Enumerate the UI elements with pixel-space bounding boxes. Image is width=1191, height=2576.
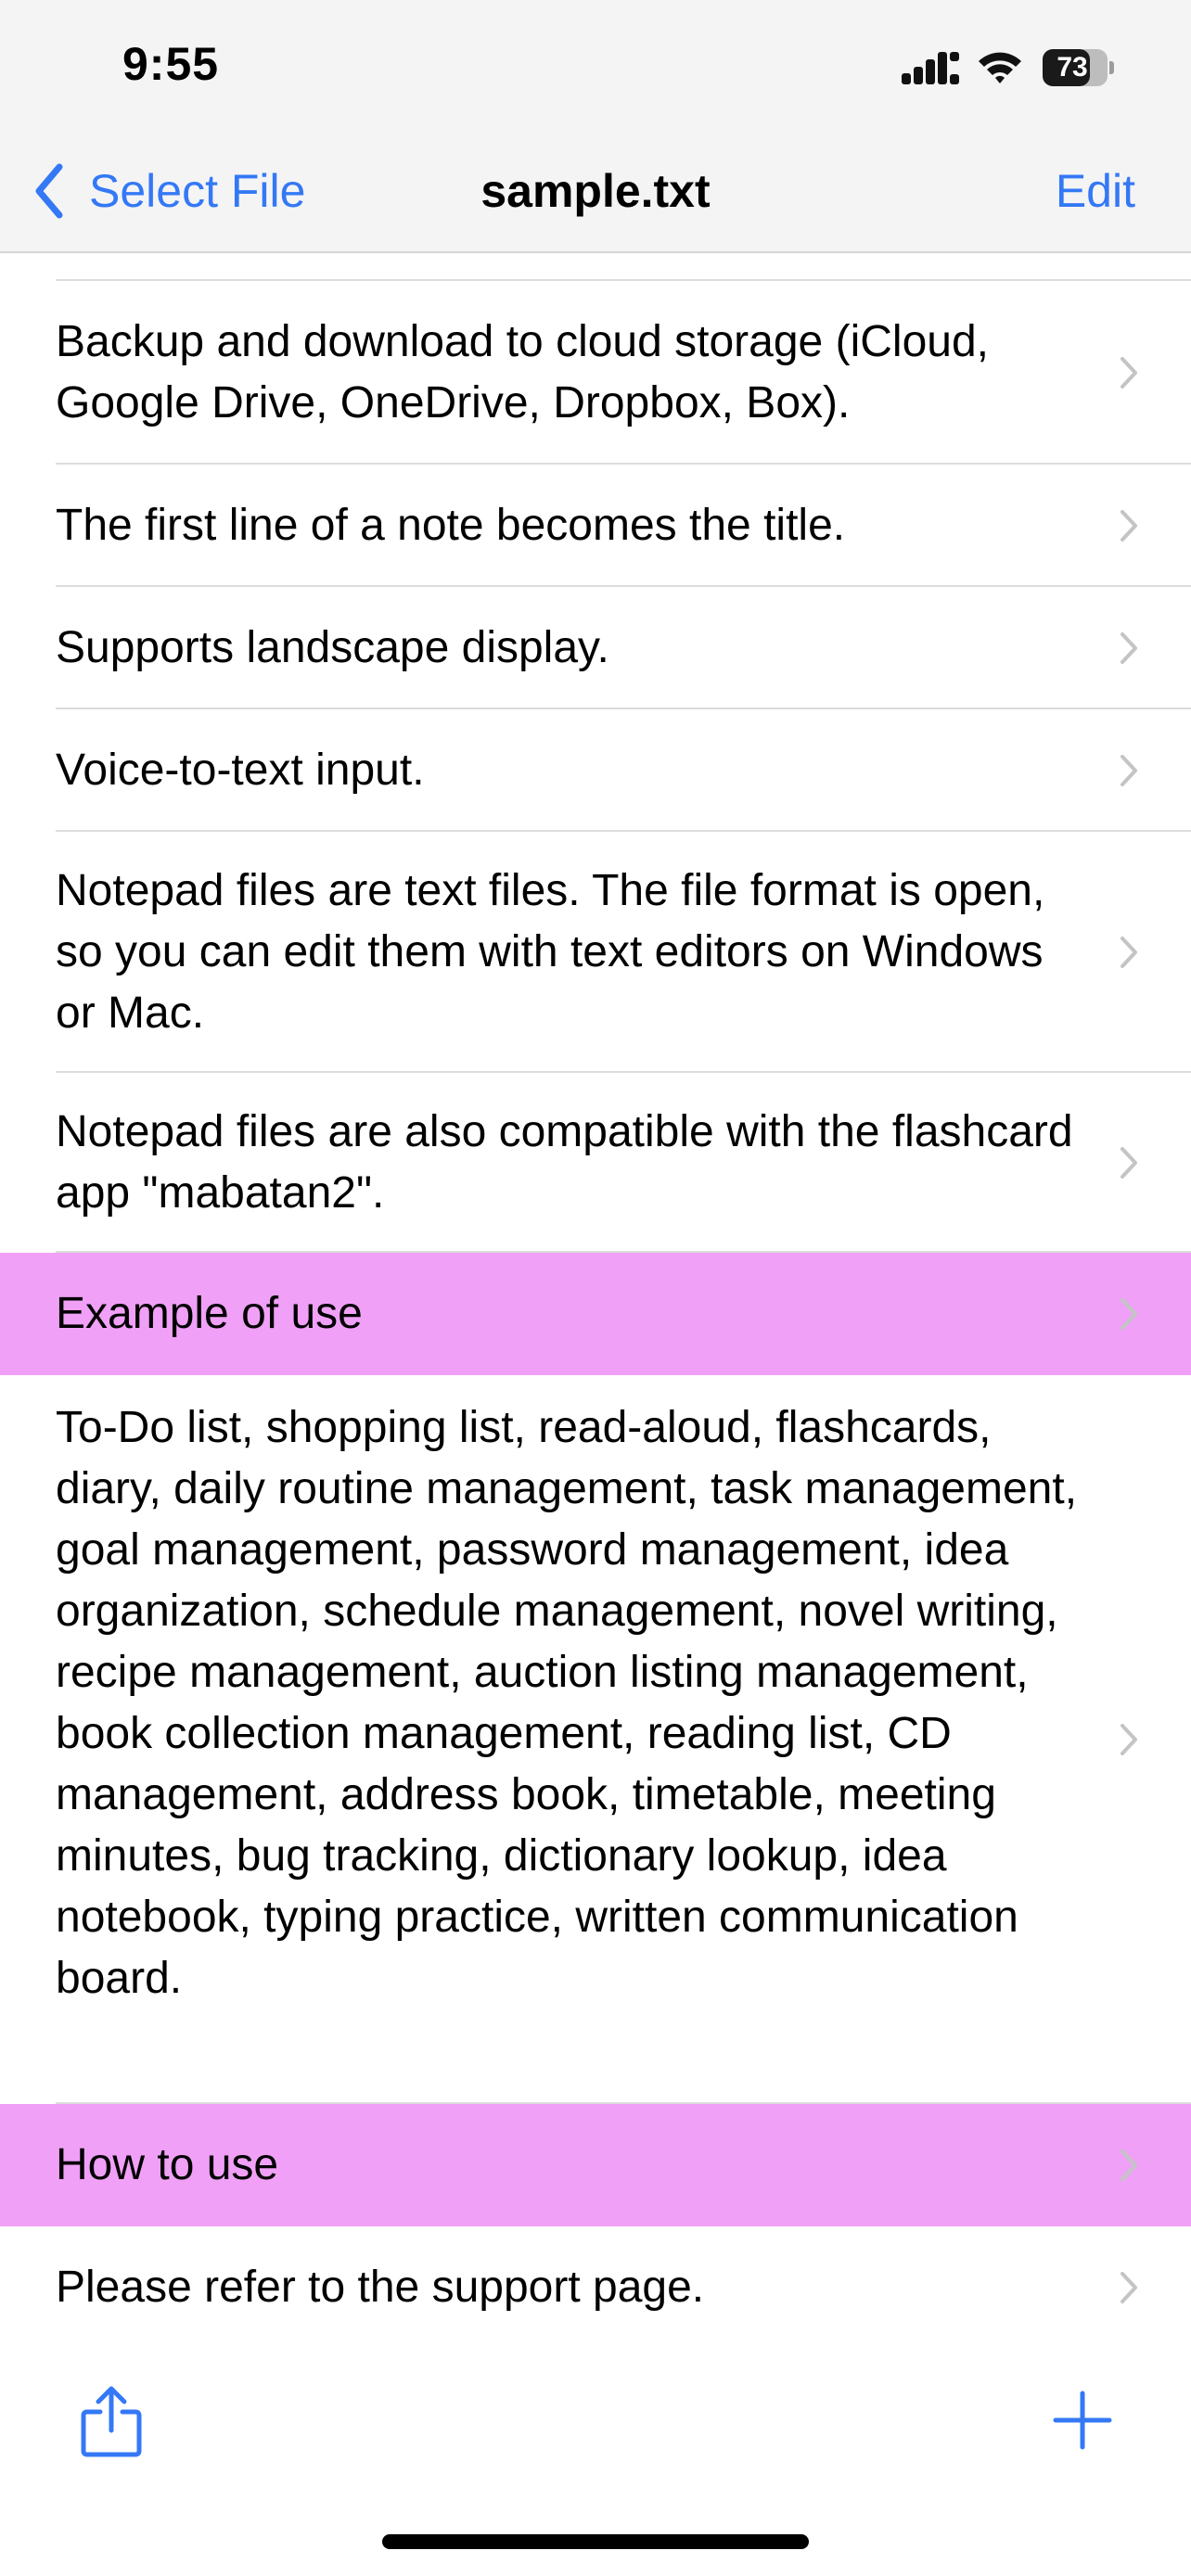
screen: 9:55 73 Select File sample.txt Edit Back… bbox=[0, 0, 1191, 2576]
back-button[interactable]: Select File bbox=[32, 158, 305, 224]
list-item[interactable]: Supports landscape display. bbox=[0, 587, 1191, 709]
chevron-left-icon bbox=[35, 163, 63, 219]
chevron-right-icon bbox=[1121, 1298, 1137, 1330]
list-item-text: Notepad files are also compatible with t… bbox=[56, 1107, 1073, 1218]
chevron-right-icon bbox=[1121, 2272, 1137, 2303]
section-header-text: How to use bbox=[56, 2140, 279, 2189]
section-header-text: Example of use bbox=[56, 1289, 363, 1338]
chevron-right-icon bbox=[1121, 937, 1137, 968]
note-line-list: Backup and download to cloud storage (iC… bbox=[0, 253, 1191, 2340]
list-item-text: Backup and download to cloud storage (iC… bbox=[56, 317, 989, 427]
plus-icon bbox=[1053, 2391, 1112, 2450]
list-item[interactable]: Notepad files are text files. The file f… bbox=[0, 832, 1191, 1073]
list-item[interactable]: Voice-to-text input. bbox=[0, 709, 1191, 832]
chevron-right-icon bbox=[1121, 2149, 1137, 2181]
list-item[interactable]: Backup and download to cloud storage (iC… bbox=[0, 281, 1191, 465]
list-item[interactable]: To-Do list, shopping list, read-aloud, f… bbox=[0, 1375, 1191, 2104]
bottom-toolbar bbox=[0, 2340, 1191, 2576]
list-item-text: Voice-to-text input. bbox=[56, 746, 425, 795]
list-item[interactable]: The first line of a note becomes the tit… bbox=[0, 465, 1191, 587]
chevron-right-icon bbox=[1121, 632, 1137, 664]
page-title: sample.txt bbox=[480, 165, 711, 217]
wifi-icon bbox=[979, 52, 1021, 83]
battery-nub bbox=[1109, 61, 1114, 74]
section-header-how-to-use[interactable]: How to use bbox=[0, 2104, 1191, 2226]
chevron-right-icon bbox=[1121, 1147, 1137, 1179]
section-header-example-of-use[interactable]: Example of use bbox=[0, 1253, 1191, 1375]
chevron-right-icon bbox=[1121, 1724, 1137, 1755]
share-button[interactable] bbox=[78, 2384, 145, 2458]
list-item[interactable]: Please refer to the support page. bbox=[0, 2226, 1191, 2340]
status-time: 9:55 bbox=[122, 38, 220, 90]
edit-button[interactable]: Edit bbox=[1056, 158, 1135, 224]
list-item-text: To-Do list, shopping list, read-aloud, f… bbox=[56, 1403, 1078, 2003]
back-button-label: Select File bbox=[89, 165, 306, 217]
list-item-text: Please refer to the support page. bbox=[56, 2263, 705, 2312]
status-icons: 73 bbox=[902, 46, 1114, 89]
list-item[interactable]: Notepad files are also compatible with t… bbox=[0, 1073, 1191, 1253]
battery-icon: 73 bbox=[1043, 49, 1114, 86]
top-chrome: 9:55 73 Select File sample.txt Edit bbox=[0, 0, 1191, 253]
list-item-text: The first line of a note becomes the tit… bbox=[56, 501, 846, 550]
battery-level: 73 bbox=[1057, 52, 1088, 83]
cellular-signal-icon bbox=[902, 52, 959, 84]
list-item-text: Notepad files are text files. The file f… bbox=[56, 866, 1045, 1038]
share-icon bbox=[81, 2386, 142, 2457]
chevron-right-icon bbox=[1121, 755, 1137, 786]
home-indicator[interactable] bbox=[382, 2534, 809, 2549]
list-top-separator bbox=[56, 253, 1191, 281]
chevron-right-icon bbox=[1121, 510, 1137, 542]
list-item-text: Supports landscape display. bbox=[56, 623, 609, 672]
add-button[interactable] bbox=[1050, 2388, 1115, 2453]
chevron-right-icon bbox=[1121, 357, 1137, 389]
